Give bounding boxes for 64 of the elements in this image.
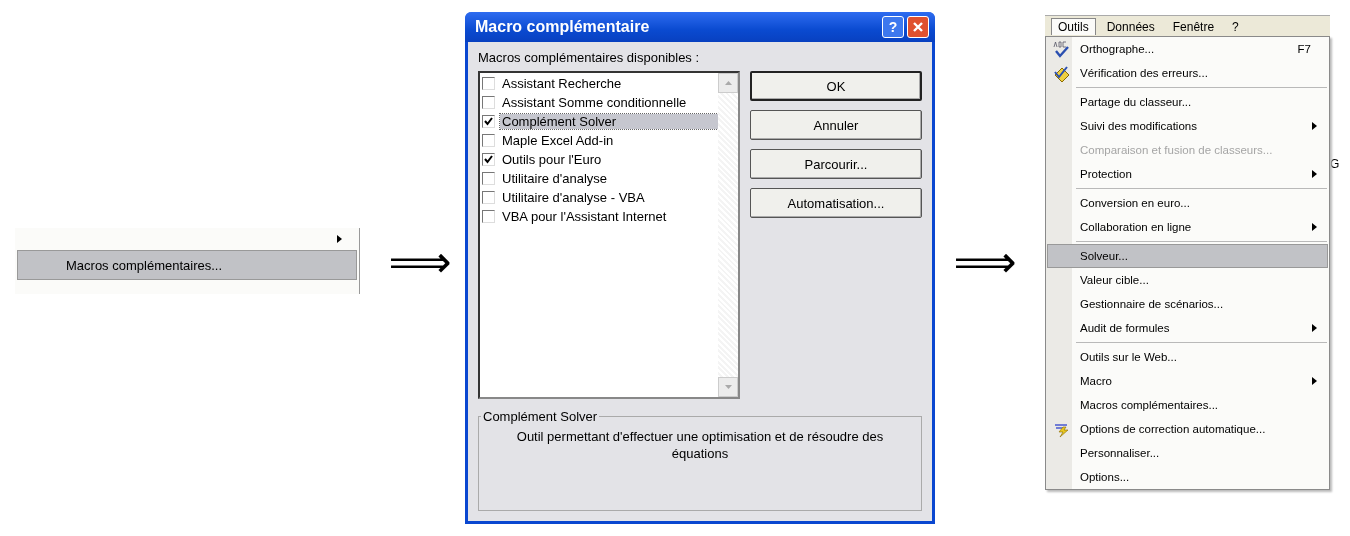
menu-item[interactable]: Audit de formules (1047, 316, 1328, 340)
menu-bar-item[interactable]: Données (1099, 17, 1162, 35)
spell-check-icon (1053, 41, 1071, 59)
submenu-arrow-icon (1312, 377, 1317, 385)
menu-item[interactable]: Macro (1047, 369, 1328, 393)
addin-item[interactable]: Outils pour l'Euro (500, 152, 604, 167)
submenu-arrow-icon (1312, 223, 1317, 231)
menu-item[interactable]: Conversion en euro... (1047, 191, 1328, 215)
dialog-button[interactable]: Annuler (750, 110, 922, 140)
menu-item[interactable]: Partage du classeur... (1047, 90, 1328, 114)
close-icon (912, 21, 924, 33)
dialog-title: Macro complémentaire (475, 18, 650, 36)
menu-bar-item[interactable]: Outils (1051, 17, 1096, 35)
scroll-down-arrow-icon (724, 385, 732, 389)
submenu-arrow-icon (1312, 324, 1317, 332)
checkbox[interactable] (482, 115, 495, 128)
menu-item[interactable]: Macros complémentaires... (17, 250, 357, 280)
menu-item[interactable]: Options... (1047, 465, 1328, 489)
menu-item[interactable]: Collaboration en ligne (1047, 215, 1328, 239)
menu-item[interactable]: Suivi des modifications (1047, 114, 1328, 138)
menu-item[interactable]: Outils sur le Web... (1047, 345, 1328, 369)
menu-bar-item[interactable]: ? (1225, 17, 1246, 35)
submenu-arrow-icon (1312, 122, 1317, 130)
checkbox[interactable] (482, 153, 495, 166)
menu-item[interactable]: Gestionnaire de scénarios... (1047, 292, 1328, 316)
menu-bar-item[interactable]: Fenêtre (1165, 17, 1222, 35)
checkbox[interactable] (482, 210, 495, 223)
scrollbar[interactable] (718, 73, 738, 397)
list-label: Macros complémentaires disponibles : (478, 50, 701, 65)
close-button[interactable] (907, 16, 929, 38)
addin-item[interactable]: Assistant Recherche (500, 76, 624, 91)
checkbox[interactable] (482, 77, 495, 90)
submenu-arrow-icon (1312, 170, 1317, 178)
checkbox[interactable] (482, 134, 495, 147)
double-arrow: ⟹ (953, 238, 1017, 286)
dialog-button[interactable]: Parcourir... (750, 149, 922, 179)
checkbox[interactable] (482, 191, 495, 204)
menu-item[interactable]: Macros complémentaires... (1047, 393, 1328, 417)
addin-item[interactable]: Assistant Somme conditionnelle (500, 95, 689, 110)
double-arrow: ⟹ (388, 238, 452, 286)
menu-item[interactable]: Protection (1047, 162, 1328, 186)
addin-item[interactable]: VBA pour l'Assistant Internet (500, 209, 669, 224)
column-header: G (1330, 157, 1341, 171)
dialog-button[interactable]: Automatisation... (750, 188, 922, 218)
submenu-arrow-icon (337, 235, 342, 243)
addin-item[interactable]: Utilitaire d'analyse - VBA (500, 190, 647, 205)
scroll-up-arrow-icon (724, 81, 732, 85)
menu-item[interactable]: Vérification des erreurs... (1047, 61, 1328, 85)
menu-item[interactable]: Valeur cible... (1047, 268, 1328, 292)
group-title: Complément Solver (482, 409, 599, 424)
dialog-button[interactable]: OK (750, 71, 922, 101)
checkbox[interactable] (482, 96, 495, 109)
menu-item[interactable]: Solveur... (1047, 244, 1328, 268)
error-check-icon (1053, 65, 1071, 83)
menu-item[interactable]: Orthographe... F7 (1047, 37, 1328, 61)
menu-item[interactable]: Options de correction automatique... (1047, 417, 1328, 441)
help-button[interactable]: ? (882, 16, 904, 38)
addin-item[interactable]: Complément Solver (500, 114, 718, 129)
description-text: Outil permettant d'effectuer une optimisation et de résoudre des équations (515, 428, 885, 462)
lightning-icon (1053, 421, 1071, 439)
addin-item[interactable]: Maple Excel Add-in (500, 133, 616, 148)
menu-item[interactable]: Personnaliser... (1047, 441, 1328, 465)
checkbox[interactable] (482, 172, 495, 185)
addin-item[interactable]: Utilitaire d'analyse (500, 171, 610, 186)
